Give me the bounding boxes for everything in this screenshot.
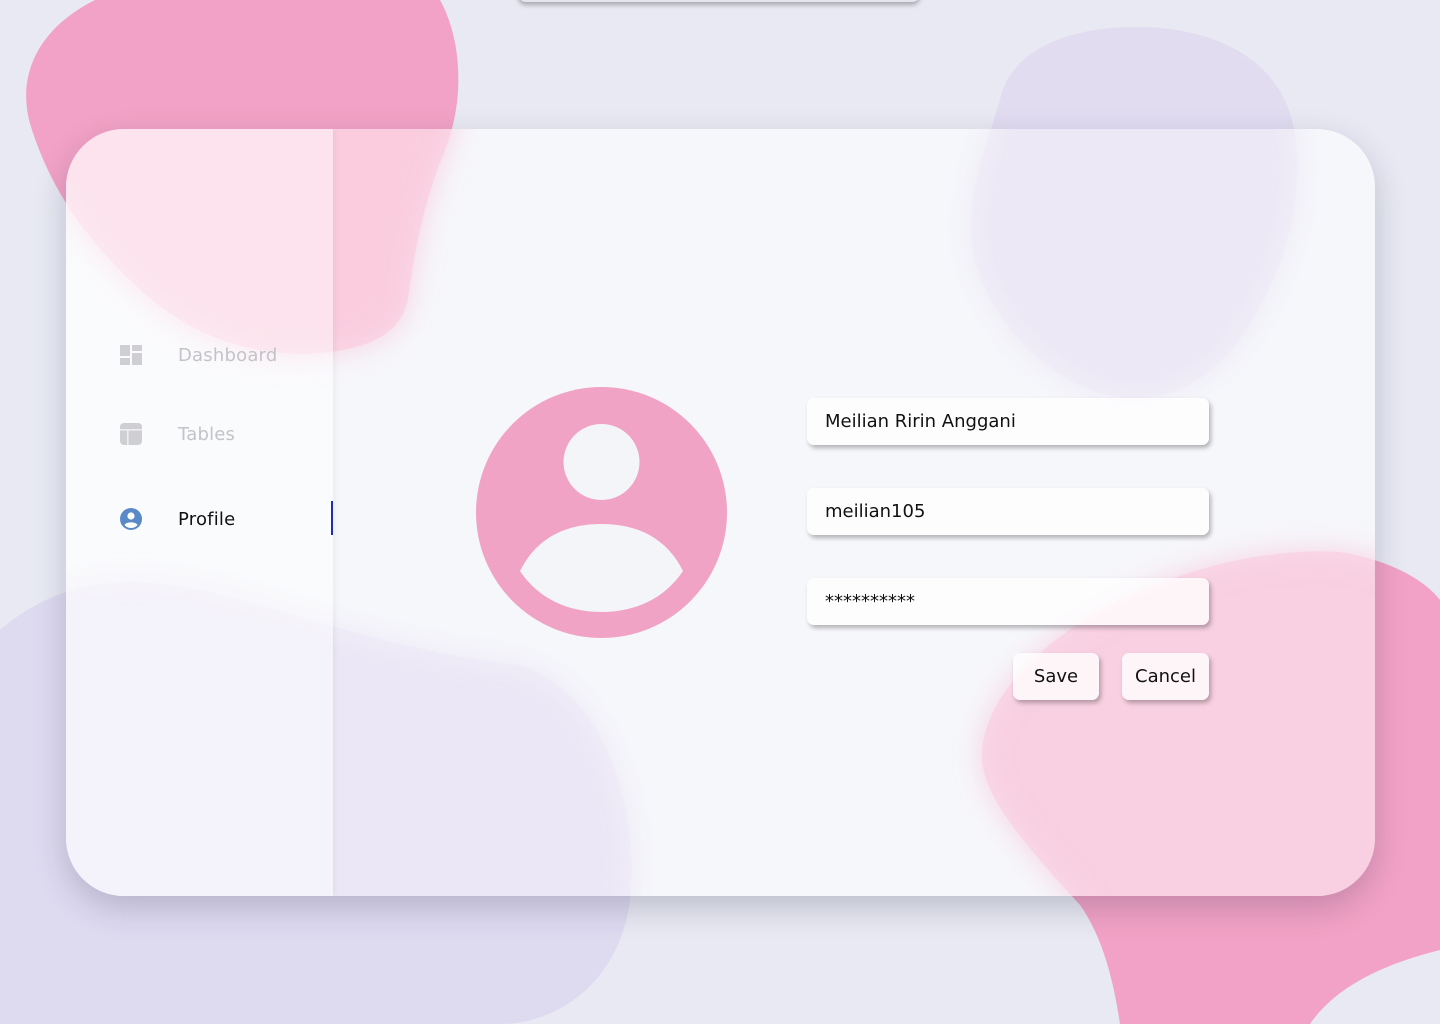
name-field[interactable] (807, 398, 1209, 445)
sidebar-item-label: Profile (178, 508, 236, 530)
sidebar-item-dashboard[interactable]: Dashboard (66, 335, 333, 375)
cancel-button[interactable]: Cancel (1122, 653, 1209, 700)
name-input[interactable] (825, 411, 1191, 432)
username-input[interactable] (825, 501, 1191, 522)
password-input[interactable] (825, 591, 1191, 612)
profile-form-area: Save Cancel (333, 129, 1375, 896)
sidebar-item-tables[interactable]: Tables (66, 414, 333, 454)
profile-card: Dashboard Tables Profile Meilian Ririn A… (66, 129, 1375, 896)
password-field[interactable] (807, 578, 1209, 625)
sidebar: Dashboard Tables Profile (66, 129, 333, 896)
user-avatar-icon (476, 387, 727, 638)
username-field[interactable] (807, 488, 1209, 535)
dashboard-icon (119, 343, 143, 367)
top-bar (518, 0, 920, 2)
sidebar-item-label: Tables (178, 423, 236, 445)
save-button[interactable]: Save (1013, 653, 1099, 700)
sidebar-item-label: Dashboard (178, 344, 278, 366)
table-icon (119, 422, 143, 446)
user-circle-icon (119, 507, 143, 531)
sidebar-item-profile[interactable]: Profile (66, 499, 333, 539)
